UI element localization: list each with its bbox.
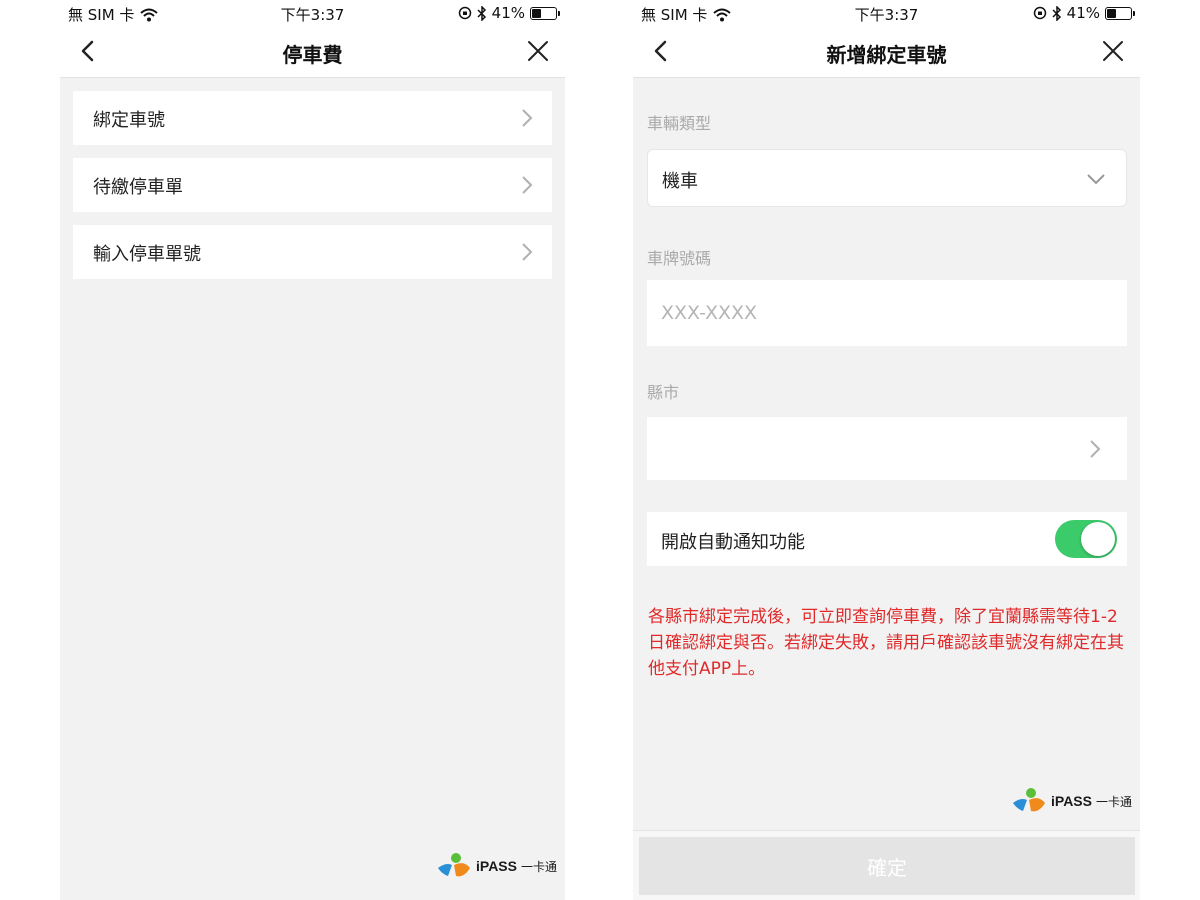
auto-notify-row: 開啟自動通知功能 — [647, 512, 1127, 566]
chevron-right-icon — [522, 109, 533, 127]
plate-number-field-box — [647, 280, 1127, 346]
plate-number-label: 車牌號碼 — [647, 249, 712, 268]
menu-item-label: 綁定車號 — [93, 110, 165, 131]
ipass-logo: iPASS 一卡通 — [436, 852, 557, 880]
auto-notify-label: 開啟自動通知功能 — [661, 532, 805, 553]
vehicle-type-label: 車輛類型 — [647, 114, 712, 133]
plate-number-input[interactable] — [647, 280, 1127, 346]
vehicle-type-value: 機車 — [662, 171, 698, 192]
battery-fill — [1107, 8, 1117, 18]
battery-icon — [1105, 6, 1135, 20]
page-title: 新增綁定車號 — [826, 43, 947, 67]
ipass-logo-icon — [1013, 788, 1045, 812]
chevron-down-icon — [1087, 174, 1105, 185]
bluetooth-icon — [1052, 5, 1061, 21]
nav-bar: 新增綁定車號 — [633, 26, 1140, 78]
logo-brand: iPASS — [476, 858, 517, 874]
county-label: 縣市 — [647, 383, 680, 402]
orientation-lock-icon — [1033, 6, 1046, 20]
add-bound-plate-screen: 無 SIM 卡 下午3:37 41% 新增綁定車號 車輛類型 機車 車牌號碼 X… — [633, 0, 1140, 900]
parking-fee-screen: 無 SIM 卡 下午3:37 41% 停車費 綁定車號 待繳停車單 輸入停車單號… — [60, 0, 565, 900]
bluetooth-icon — [477, 5, 486, 21]
battery-fill — [532, 8, 542, 18]
menu-item-bind-plate[interactable]: 綁定車號 — [73, 91, 552, 145]
nav-bar: 停車費 — [60, 26, 565, 78]
chevron-right-icon — [522, 176, 533, 194]
page-title: 停車費 — [282, 43, 343, 67]
logo-sub: 一卡通 — [520, 859, 557, 874]
binding-notice: 各縣市綁定完成後，可立即查詢停車費，除了宜蘭縣需等待1-2日確認綁定與否。若綁定… — [648, 607, 1124, 679]
battery-icon — [530, 6, 560, 20]
menu-item-pending-tickets[interactable]: 待繳停車單 — [73, 158, 552, 212]
menu-item-label: 待繳停車單 — [93, 177, 183, 198]
close-icon[interactable] — [525, 38, 551, 64]
ipass-logo: iPASS 一卡通 — [1011, 787, 1132, 815]
chevron-right-icon — [522, 243, 533, 261]
orientation-lock-icon — [458, 6, 471, 20]
logo-brand: iPASS — [1051, 793, 1092, 809]
confirm-button[interactable]: 確定 — [639, 837, 1135, 895]
close-icon[interactable] — [1100, 38, 1126, 64]
status-bar: 無 SIM 卡 下午3:37 41% — [633, 0, 1140, 26]
auto-notify-toggle[interactable] — [1055, 520, 1117, 558]
battery-percent: 41% — [1066, 4, 1100, 22]
menu-item-enter-ticket-number[interactable]: 輸入停車單號 — [73, 225, 552, 279]
battery-percent: 41% — [491, 4, 525, 22]
confirm-bar: 確定 — [633, 830, 1140, 900]
toggle-knob — [1081, 522, 1115, 556]
county-select[interactable] — [647, 417, 1127, 480]
ipass-logo-icon — [438, 853, 470, 877]
vehicle-type-select[interactable]: 機車 — [647, 149, 1127, 207]
status-bar: 無 SIM 卡 下午3:37 41% — [60, 0, 565, 26]
logo-sub: 一卡通 — [1095, 794, 1132, 809]
menu-item-label: 輸入停車單號 — [93, 244, 201, 265]
chevron-right-icon — [1090, 440, 1101, 458]
